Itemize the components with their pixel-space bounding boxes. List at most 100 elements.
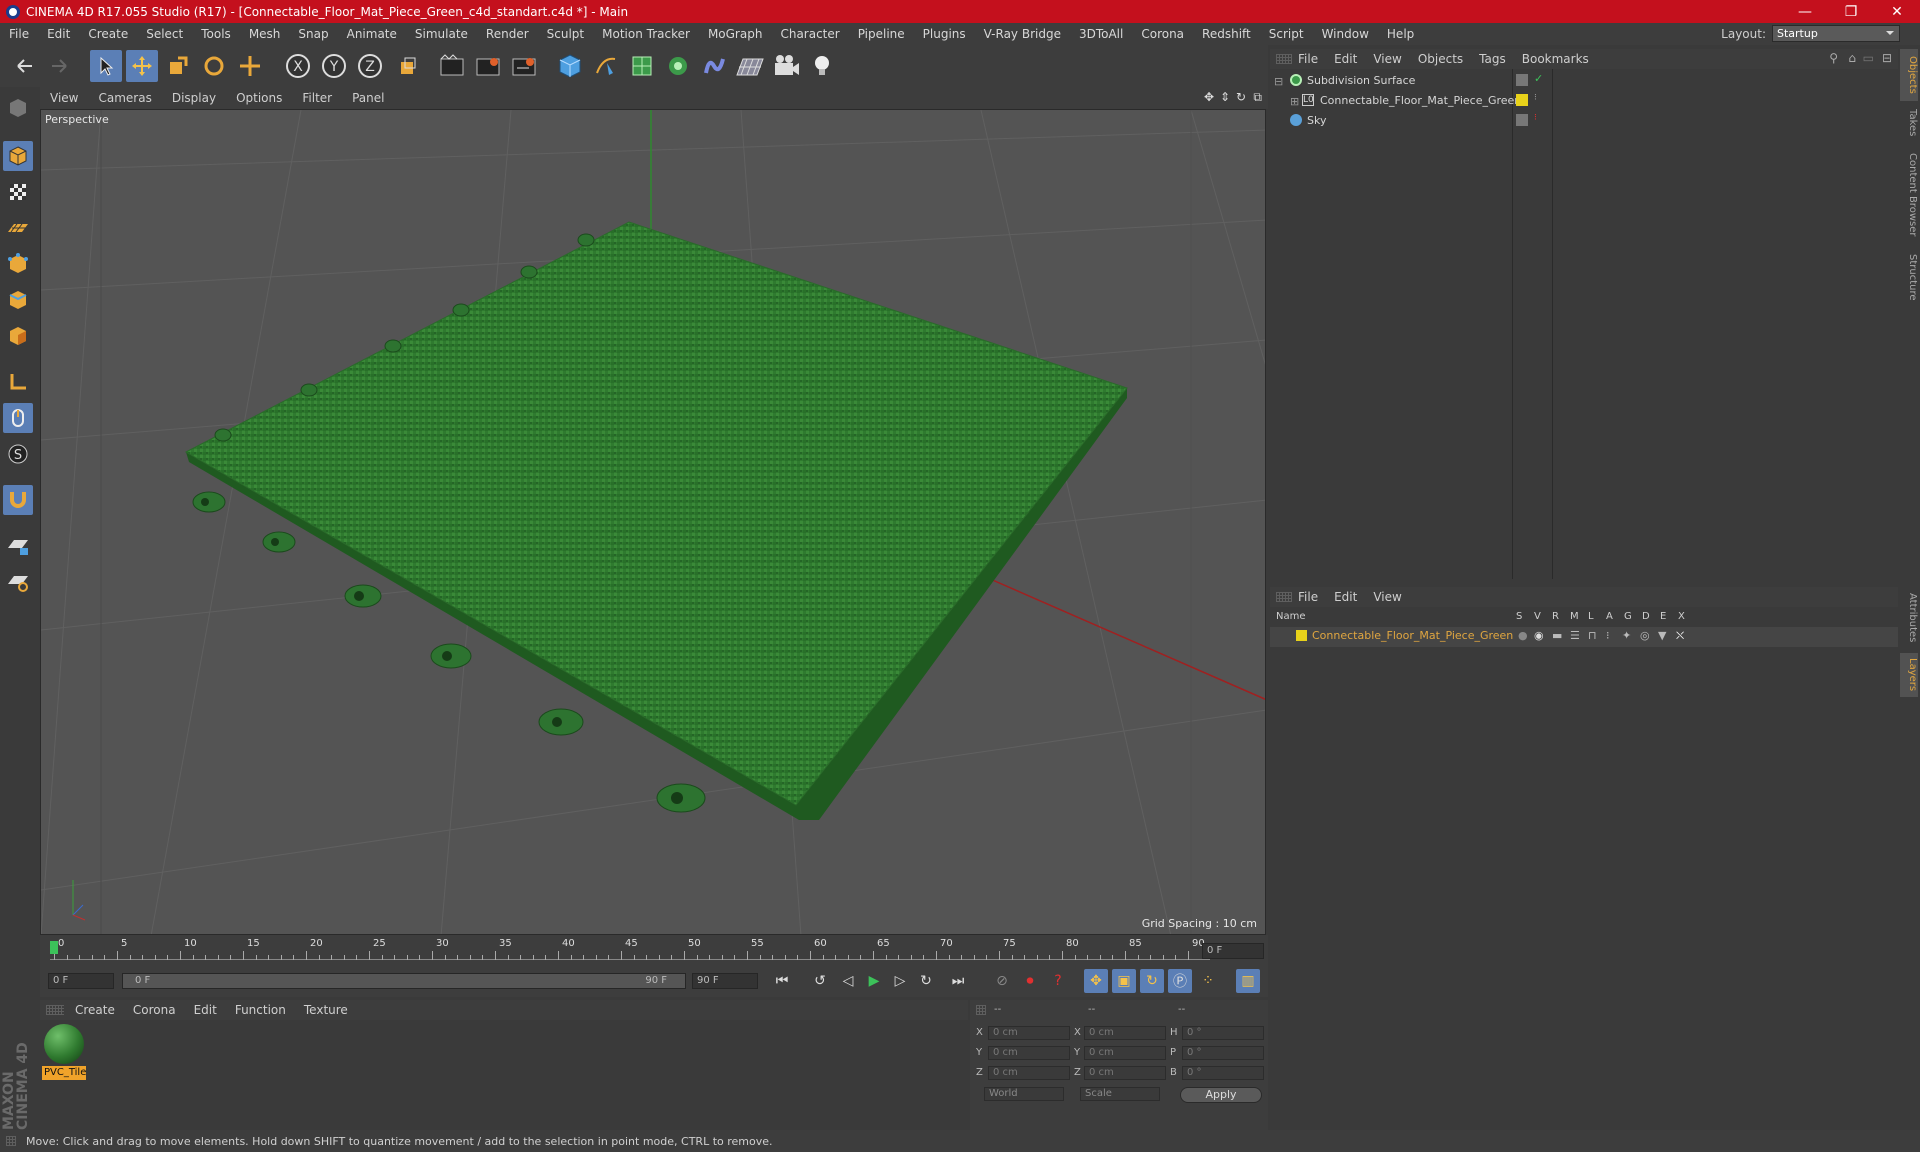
home-icon[interactable]: ⌂ [1848, 51, 1856, 65]
new-view-icon[interactable]: ▭ [1863, 51, 1874, 65]
material-swatch[interactable]: PVC_Tile [42, 1022, 86, 1080]
object-name[interactable]: Subdivision Surface [1307, 74, 1415, 87]
panel-grip-icon[interactable] [46, 1005, 64, 1015]
collapse-toggle-icon[interactable]: ⊟ [1274, 75, 1283, 88]
tab-content-browser[interactable]: Content Browser [1900, 145, 1918, 245]
layer-color-icon[interactable] [1516, 114, 1528, 126]
object-menu-bookmarks[interactable]: Bookmarks [1514, 52, 1597, 66]
record-keys-icon[interactable]: ⊘ [990, 969, 1014, 993]
position-z-field[interactable]: 0 cm [988, 1066, 1070, 1080]
panel-grip-icon[interactable] [1276, 54, 1292, 64]
layer-animation-icon[interactable]: ⁝ [1606, 629, 1610, 642]
key-pla-icon[interactable]: ⁘ [1196, 969, 1220, 993]
object-row[interactable]: ⊞ L0 Connectable_Floor_Mat_Piece_Green ⁝ [1270, 93, 1898, 113]
layer-solo-icon[interactable]: ● [1518, 629, 1528, 642]
floor-object-icon[interactable] [734, 50, 766, 82]
timeline-window-icon[interactable]: ▥ [1236, 969, 1260, 993]
x-axis-lock-icon[interactable]: X [282, 50, 314, 82]
render-picture-viewer-icon[interactable] [472, 50, 504, 82]
rotation-p-field[interactable]: 0 ° [1182, 1046, 1264, 1060]
rotation-h-field[interactable]: 0 ° [1182, 1026, 1264, 1040]
object-name[interactable]: Connectable_Floor_Mat_Piece_Green [1320, 94, 1521, 107]
play-icon[interactable]: ▶ [862, 969, 886, 993]
menu-vray-bridge[interactable]: V-Ray Bridge [975, 27, 1070, 41]
go-to-end-icon[interactable]: ⏭ [946, 969, 970, 993]
viewport-menu-cameras[interactable]: Cameras [88, 91, 161, 105]
layer-col-solo[interactable]: S [1516, 611, 1522, 622]
deformer-icon[interactable] [698, 50, 730, 82]
scale-tool-icon[interactable] [162, 50, 194, 82]
layer-col-locked[interactable]: L [1588, 611, 1594, 622]
tab-attributes[interactable]: Attributes [1900, 585, 1918, 651]
tweak-mode-icon[interactable] [3, 403, 33, 433]
layer-xref-icon[interactable]: ⛌ [1676, 629, 1684, 643]
undo-icon[interactable] [8, 50, 40, 82]
material-menu-corona[interactable]: Corona [124, 1003, 185, 1017]
menu-sculpt[interactable]: Sculpt [538, 27, 593, 41]
size-x-field[interactable]: 0 cm [1084, 1026, 1166, 1040]
make-editable-icon[interactable] [3, 93, 33, 123]
tab-objects[interactable]: Objects [1900, 49, 1918, 101]
close-icon[interactable]: ✕ [1874, 0, 1920, 23]
snap-magnet-icon[interactable] [3, 485, 33, 515]
layer-lock-icon[interactable]: ⊓ [1588, 629, 1597, 642]
material-menu-texture[interactable]: Texture [295, 1003, 357, 1017]
menu-plugins[interactable]: Plugins [914, 27, 975, 41]
object-name[interactable]: Sky [1307, 114, 1326, 127]
expand-toggle-icon[interactable]: ⊞ [1290, 95, 1299, 108]
menu-corona[interactable]: Corona [1132, 27, 1193, 41]
polygons-mode-icon[interactable] [3, 321, 33, 351]
render-view-icon[interactable] [436, 50, 468, 82]
end-frame-field[interactable]: 90 F [692, 973, 758, 989]
key-position-icon[interactable]: ✥ [1084, 969, 1108, 993]
menu-script[interactable]: Script [1260, 27, 1313, 41]
subdivision-surface-icon[interactable] [626, 50, 658, 82]
move-tool-icon[interactable] [126, 50, 158, 82]
menu-animate[interactable]: Animate [338, 27, 406, 41]
size-y-field[interactable]: 0 cm [1084, 1046, 1166, 1060]
minimize-icon[interactable]: — [1782, 0, 1828, 23]
restore-icon[interactable]: ❐ [1828, 0, 1874, 23]
tab-layers[interactable]: Layers [1900, 653, 1918, 697]
dolly-view-icon[interactable]: ⇕ [1220, 90, 1230, 104]
menu-pipeline[interactable]: Pipeline [849, 27, 914, 41]
material-menu-create[interactable]: Create [66, 1003, 124, 1017]
render-settings-icon[interactable] [508, 50, 540, 82]
playhead[interactable] [50, 941, 58, 954]
points-mode-icon[interactable] [3, 249, 33, 279]
y-axis-lock-icon[interactable]: Y [318, 50, 350, 82]
collapse-icon[interactable]: ⊟ [1882, 51, 1892, 65]
object-menu-file[interactable]: File [1290, 52, 1326, 66]
layout-dropdown[interactable]: Startup [1772, 25, 1900, 42]
object-menu-edit[interactable]: Edit [1326, 52, 1365, 66]
layer-manager-icon[interactable]: ☰ [1570, 629, 1580, 642]
texture-mode-icon[interactable] [3, 177, 33, 207]
redo-icon[interactable] [44, 50, 76, 82]
key-rotation-icon[interactable]: ↻ [1140, 969, 1164, 993]
size-mode-dropdown[interactable]: Scale [1080, 1087, 1160, 1101]
menu-help[interactable]: Help [1378, 27, 1423, 41]
menu-mesh[interactable]: Mesh [240, 27, 290, 41]
tab-structure[interactable]: Structure [1900, 247, 1918, 307]
layer-menu-edit[interactable]: Edit [1326, 590, 1365, 604]
viewport-menu-view[interactable]: View [40, 91, 88, 105]
spline-pen-icon[interactable] [590, 50, 622, 82]
model-mode-icon[interactable] [3, 141, 33, 171]
visibility-dots-icon[interactable]: ⁝ [1534, 93, 1537, 103]
layer-col-view[interactable]: V [1534, 611, 1541, 622]
object-menu-view[interactable]: View [1365, 52, 1409, 66]
position-x-field[interactable]: 0 cm [988, 1026, 1070, 1040]
panel-grip-icon[interactable] [1276, 592, 1292, 602]
menu-tools[interactable]: Tools [192, 27, 240, 41]
workplane-mode-icon[interactable] [3, 213, 33, 243]
viewport-menu-options[interactable]: Options [226, 91, 292, 105]
menu-file[interactable]: File [0, 27, 38, 41]
rotate-view-icon[interactable]: ↻ [1236, 90, 1246, 104]
layer-color-icon[interactable] [1516, 94, 1528, 106]
object-row[interactable]: Sky ⁝ [1270, 113, 1898, 133]
material-name[interactable]: PVC_Tile [42, 1066, 86, 1080]
axis-mode-icon[interactable] [3, 367, 33, 397]
layer-col-render[interactable]: R [1552, 611, 1559, 622]
size-z-field[interactable]: 0 cm [1084, 1066, 1166, 1080]
edges-mode-icon[interactable] [3, 285, 33, 315]
